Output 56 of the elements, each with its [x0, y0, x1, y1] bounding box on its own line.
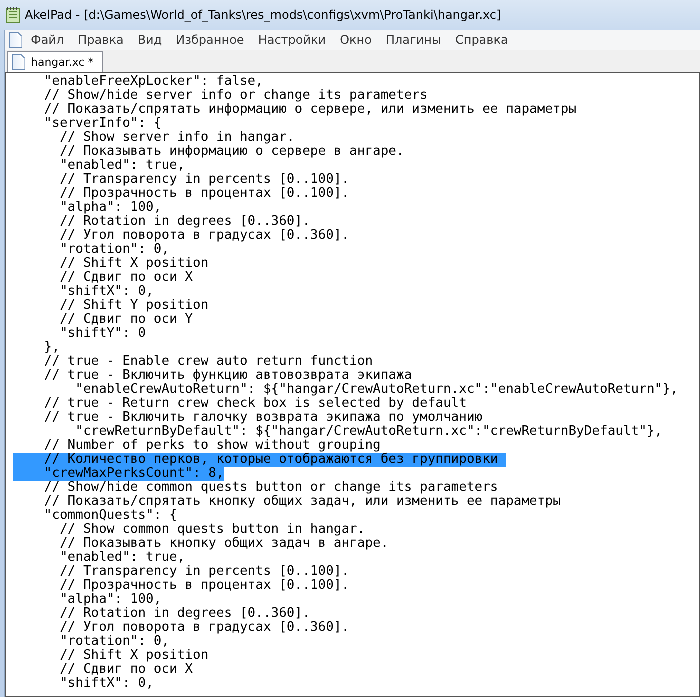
code-line: // Show/hide server info or change its parameters [43, 89, 428, 103]
code-line: "enabled": true, [58, 159, 186, 173]
code-line: "enabled": true, [58, 551, 186, 565]
code-line: // Показать/спрятать информацию о сервере, или изменить ее параметры [43, 103, 577, 117]
code-line: "crewReturnByDefault": ${"hangar/CrewAutoReturn.xc":"crewReturnByDefault"}, [74, 425, 663, 439]
code-line: // Показать/спрятать кнопку общих задач, или изменить ее параметры [43, 495, 561, 509]
code-line: // Rotation in degrees [0..360]. [58, 607, 310, 621]
code-line: // Прозрачность в процентах [0..100]. [58, 187, 350, 201]
code-line: // true - Return crew check box is selected by default [43, 397, 467, 411]
document-icon [12, 54, 26, 70]
file-tab[interactable]: hangar.xc * [7, 51, 103, 72]
menu-item[interactable]: Правка [72, 33, 130, 47]
code-line: // Transparency in percents [0..100]. [58, 565, 350, 579]
code-line: // Угол поворота в градусах [0..360]. [58, 621, 350, 635]
code-line: // Number of perks to show without grouping [43, 439, 381, 453]
code-line: "alpha": 100, [58, 201, 162, 215]
code-line: // Show server info in hangar. [58, 131, 295, 145]
code-line: // Show common quests button in hangar. [58, 523, 366, 537]
code-line: // Shift Y position [58, 299, 209, 313]
tab-label: hangar.xc * [31, 56, 94, 68]
menu-item[interactable]: Избранное [170, 33, 250, 47]
code-line: // Show/hide common quests button or change its parameters [43, 481, 498, 495]
code-line: "alpha": 100, [58, 593, 162, 607]
code-line: // Сдвиг по оси X [58, 663, 194, 677]
code-line: // Показывать информацию о сервере в ангаре. [58, 145, 404, 159]
code-line: "shiftY": 0 [58, 327, 146, 341]
code-line: // true - Включить функцию автовозврата экипажа [43, 369, 412, 383]
code-line: // true - Enable crew auto return function [43, 355, 374, 369]
code-line: "enableCrewAutoReturn": ${"hangar/CrewAutoReturn.xc":"enableCrewAutoReturn"}, [74, 383, 678, 397]
code-line: // Прозрачность в процентах [0..100]. [58, 579, 350, 593]
code-line: "shiftX": 0, [58, 285, 154, 299]
menu-item[interactable]: Файл [25, 33, 70, 47]
code-line: }, [43, 341, 60, 355]
menu-item[interactable]: Окно [334, 33, 378, 47]
code-line: // true - Включить галочку возврата экипажа по умолчанию [43, 411, 483, 425]
code-line: // Shift X position [58, 257, 209, 271]
menu-item[interactable]: Настройки [252, 33, 332, 47]
text-editor[interactable] [5, 72, 700, 697]
code-line: // Shift X position [58, 649, 209, 663]
code-line: "serverInfo": { [43, 117, 162, 131]
code-line: // Показывать кнопку общих задач в ангаре. [58, 537, 389, 551]
code-line: "rotation": 0, [58, 243, 170, 257]
code-line: // Rotation in degrees [0..360]. [58, 215, 310, 229]
code-line: "rotation": 0, [58, 635, 170, 649]
code-line: // Сдвиг по оси X [58, 271, 194, 285]
code-line: // Угол поворота в градусах [0..360]. [58, 229, 350, 243]
code-line: // Сдвиг по оси Y [58, 313, 194, 327]
notepad-icon [6, 7, 20, 23]
code-line: "shiftX": 0, [58, 677, 154, 691]
code-line: // Transparency in percents [0..100]. [58, 173, 350, 187]
menu-item[interactable]: Плагины [380, 33, 448, 47]
code-line: "commonQuests": { [43, 509, 178, 523]
window-title: AkelPad - [d:\Games\World_of_Tanks\res_mods\configs\xvm\ProTanki\hangar.xc] [25, 8, 502, 22]
menu-item[interactable]: Справка [449, 33, 514, 47]
code-line: "enableFreeXpLocker": false, [43, 75, 264, 89]
menu-item[interactable]: Вид [132, 33, 168, 47]
